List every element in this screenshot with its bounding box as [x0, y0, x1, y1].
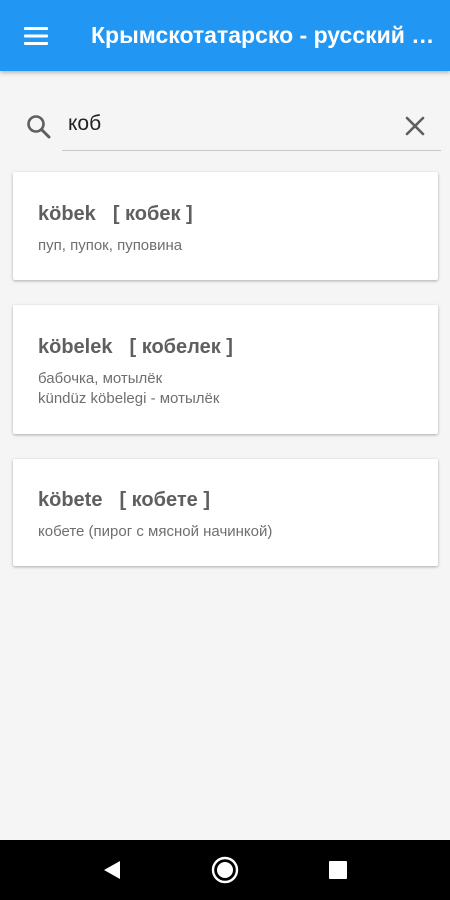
search-input[interactable]: [62, 104, 394, 144]
result-translation: пуп, пупок, пуповина: [38, 237, 183, 254]
app-title: Крымскотатарско - русский словарь: [91, 22, 443, 48]
recents-icon[interactable]: [320, 852, 356, 888]
result-translation: бабочка, мотылёк: [38, 370, 163, 387]
home-icon[interactable]: [207, 852, 243, 888]
result-word: köbete: [38, 489, 103, 511]
result-transliteration: [ кобек ]: [112, 203, 193, 225]
result-transliteration: [ кобелек ]: [129, 336, 233, 358]
result-translation: kündüz köbelegi - мотылёк: [38, 390, 220, 407]
search-bar: [0, 98, 450, 154]
menu-icon[interactable]: [18, 21, 54, 51]
close-icon[interactable]: [401, 112, 429, 140]
result-heading: köbelek [ кобелек ]: [38, 336, 233, 359]
result-word: köbelek: [38, 336, 113, 358]
result-card[interactable]: köbelek [ кобелек ] бабочка, мотылёк künd…: [13, 305, 438, 434]
app-bar: Крымскотатарско - русский словарь: [0, 0, 450, 71]
result-translation: кобете (пирог с мясной начинкой): [38, 523, 273, 540]
result-card[interactable]: köbek [ кобек ] пуп, пупок, пуповина: [13, 172, 438, 280]
result-heading: köbek [ кобек ]: [38, 203, 193, 226]
result-word: köbek: [38, 203, 96, 225]
search-icon: [24, 112, 54, 142]
result-heading: köbete [ кобете ]: [38, 489, 210, 512]
search-underline: [62, 150, 441, 151]
result-transliteration: [ кобете ]: [119, 489, 210, 511]
navigation-bar: [0, 840, 450, 900]
back-icon[interactable]: [94, 852, 130, 888]
result-card[interactable]: köbete [ кобете ] кобете (пирог с мясной …: [13, 459, 438, 566]
